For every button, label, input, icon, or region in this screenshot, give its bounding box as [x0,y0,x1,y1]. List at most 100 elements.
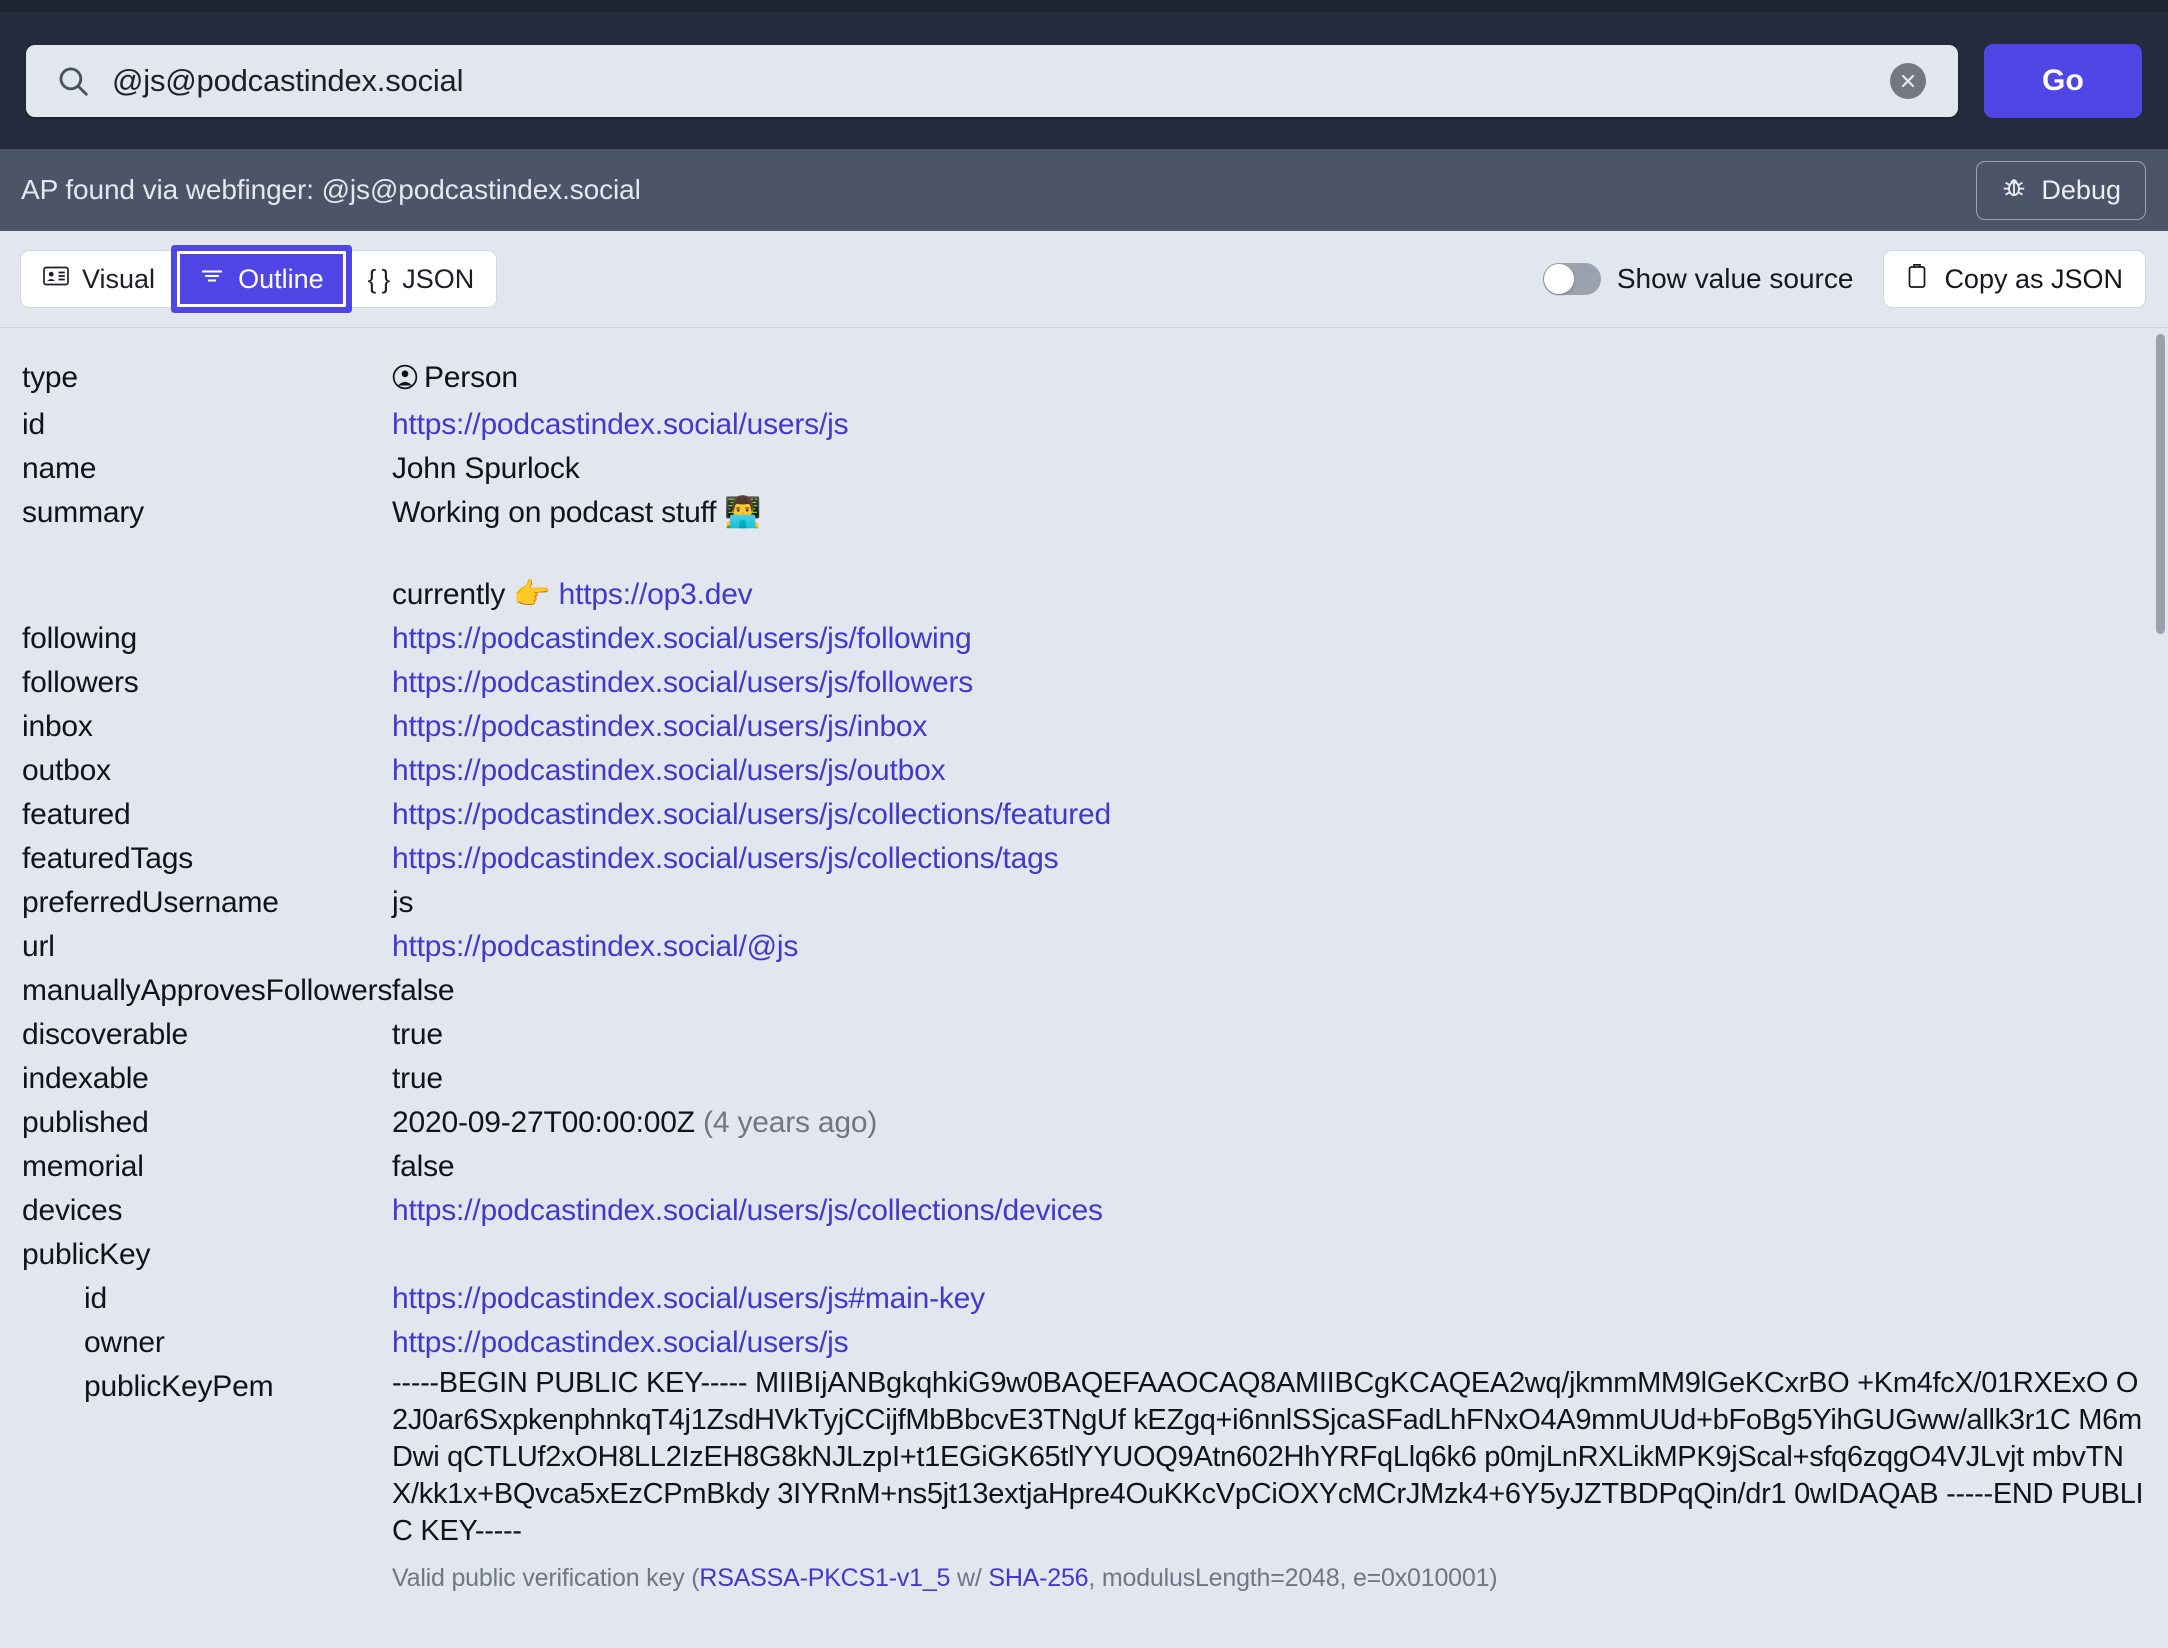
copy-as-json-button[interactable]: Copy as JSON [1883,250,2146,308]
bug-icon [2001,174,2027,207]
toolbar-right-group: Show value source Copy as JSON [1543,250,2146,308]
outline-key: followers [22,661,392,705]
value-link[interactable]: https://podcastindex.social/users/js#mai… [392,1282,985,1315]
tab-json-label: JSON [402,264,474,295]
search-input-wrapper[interactable]: @js@podcastindex.social [26,45,1958,117]
outline-row-publickey-owner: owner https://podcastindex.social/users/… [0,1321,2168,1365]
note-suffix: , modulusLength=2048, e=0x010001) [1088,1564,1497,1592]
outline-value: https://podcastindex.social/users/js#mai… [392,1277,2144,1321]
copy-as-json-label: Copy as JSON [1944,264,2123,295]
debug-button-label: Debug [2041,175,2121,206]
search-icon [56,64,90,98]
webfinger-status-text: AP found via webfinger: @js@podcastindex… [21,174,641,206]
outline-row-publickey: publicKey [0,1233,2168,1277]
tab-visual[interactable]: Visual [21,251,177,307]
outline-key: id [22,1277,392,1321]
outline-key: featuredTags [22,837,392,881]
outline-row-devices: devices https://podcastindex.social/user… [0,1189,2168,1233]
algo-link[interactable]: RSASSA-PKCS1-v1_5 [699,1564,950,1592]
outline-row-published: published 2020-09-27T00:00:00Z (4 years … [0,1101,2168,1145]
outline-value: false [392,969,2144,1013]
note-mid: w/ [950,1564,988,1592]
value-link[interactable]: https://podcastindex.social/users/js/fol… [392,622,971,655]
value-link[interactable]: https://podcastindex.social/users/js [392,408,848,441]
value-link[interactable]: https://podcastindex.social/@js [392,930,798,963]
show-value-source-label: Show value source [1617,263,1854,295]
type-value-label: Person [424,361,518,394]
value-link[interactable]: https://podcastindex.social/users/js/col… [392,842,1058,875]
outline-value: https://podcastindex.social/users/js/col… [392,837,2144,881]
published-relative: (4 years ago) [703,1106,877,1139]
outline-row-inbox: inbox https://podcastindex.social/users/… [0,705,2168,749]
outline-key: owner [22,1321,392,1365]
clear-search-icon[interactable] [1890,63,1926,99]
outline-value: Person [392,356,2144,403]
value-link[interactable]: https://podcastindex.social/users/js [392,1326,848,1359]
outline-row-type: type Person [0,356,2168,403]
list-lines-icon [199,264,225,295]
outline-key: preferredUsername [22,881,392,925]
public-key-validation-note: Valid public verification key (RSASSA-PK… [392,1561,2144,1595]
summary-line-2-prefix: currently 👉 [392,578,559,611]
outline-value: https://podcastindex.social/users/js/fol… [392,661,2144,705]
outline-value: https://podcastindex.social/users/js/col… [392,793,2144,837]
tab-outline[interactable]: Outline [177,251,346,307]
value-link[interactable]: https://podcastindex.social/users/js/col… [392,798,1111,831]
outline-value: John Spurlock [392,447,2144,491]
outline-row-followers: followers https://podcastindex.social/us… [0,661,2168,705]
outline-row-featuredtags: featuredTags https://podcastindex.social… [0,837,2168,881]
contact-card-icon [43,264,69,295]
value-link[interactable]: https://podcastindex.social/users/js/out… [392,754,945,787]
outline-value: -----BEGIN PUBLIC KEY----- MIIBIjANBgkqh… [392,1365,2144,1595]
outline-key: discoverable [22,1013,392,1057]
hash-link[interactable]: SHA-256 [988,1564,1088,1592]
tab-outline-label: Outline [238,264,324,295]
outline-row-id: id https://podcastindex.social/users/js [0,403,2168,447]
view-mode-segmented-control: Visual Outline { } JSON [20,250,497,308]
debug-button[interactable]: Debug [1976,161,2146,220]
outline-row-publickey-id: id https://podcastindex.social/users/js#… [0,1277,2168,1321]
summary-line-1: Working on podcast stuff 👨‍💻 [392,491,2144,535]
vertical-scrollbar[interactable] [2156,334,2165,634]
outline-key: name [22,447,392,491]
outline-value: https://podcastindex.social/users/js/inb… [392,705,2144,749]
outline-key: summary [22,491,392,535]
outline-key: url [22,925,392,969]
person-icon [392,359,418,403]
outline-row-discoverable: discoverable true [0,1013,2168,1057]
note-prefix: Valid public verification key ( [392,1564,699,1592]
outline-key: indexable [22,1057,392,1101]
go-button[interactable]: Go [1984,44,2142,118]
value-link[interactable]: https://podcastindex.social/users/js/fol… [392,666,973,699]
tab-visual-label: Visual [82,264,155,295]
tab-json[interactable]: { } JSON [346,251,497,307]
toggle-switch[interactable] [1543,263,1601,295]
outline-value: false [392,1145,2144,1189]
outline-key: following [22,617,392,661]
summary-link[interactable]: https://op3.dev [559,578,753,611]
outline-content: type Person id https://podcastindex.soci… [0,328,2168,1648]
outline-value: https://podcastindex.social/users/js [392,1321,2144,1365]
outline-key: outbox [22,749,392,793]
outline-row-memorial: memorial false [0,1145,2168,1189]
outline-row-outbox: outbox https://podcastindex.social/users… [0,749,2168,793]
outline-key: type [22,356,392,400]
outline-value: https://podcastindex.social/users/js/out… [392,749,2144,793]
outline-row-summary: summary Working on podcast stuff 👨‍💻 cur… [0,491,2168,617]
search-input[interactable]: @js@podcastindex.social [112,63,1890,99]
show-value-source-toggle[interactable]: Show value source [1543,263,1854,295]
value-link[interactable]: https://podcastindex.social/users/js/col… [392,1194,1103,1227]
outline-value: https://podcastindex.social/@js [392,925,2144,969]
view-toolbar: Visual Outline { } JSON Show value sourc… [0,231,2168,328]
outline-row-url: url https://podcastindex.social/@js [0,925,2168,969]
clipboard-icon [1906,263,1928,296]
outline-row-preferredusername: preferredUsername js [0,881,2168,925]
published-timestamp: 2020-09-27T00:00:00Z [392,1106,695,1139]
outline-key: memorial [22,1145,392,1189]
outline-value: true [392,1057,2144,1101]
public-key-pem-text: -----BEGIN PUBLIC KEY----- MIIBIjANBgkqh… [392,1365,2144,1550]
outline-key: devices [22,1189,392,1233]
value-link[interactable]: https://podcastindex.social/users/js/inb… [392,710,927,743]
curly-braces-icon: { } [368,264,390,295]
outline-value: https://podcastindex.social/users/js [392,403,2144,447]
